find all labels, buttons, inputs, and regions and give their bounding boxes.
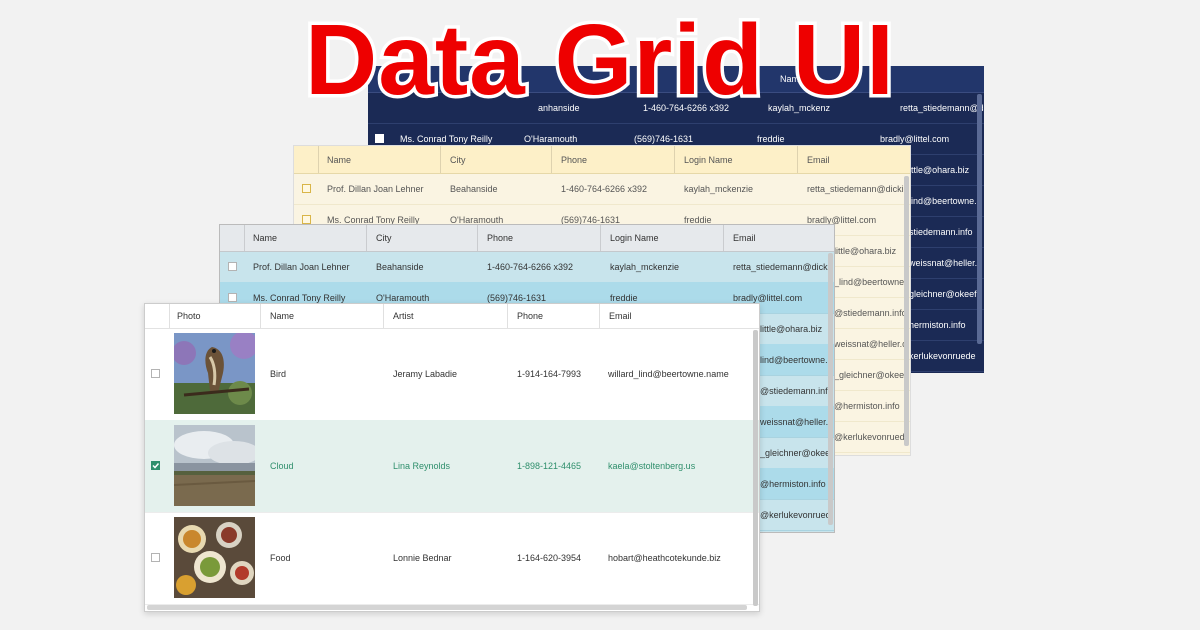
- cell-phone: 1-898-121-4465: [517, 461, 582, 471]
- cell-city: Beahanside: [376, 261, 424, 272]
- bird-photo: [174, 333, 255, 414]
- table-row-selected[interactable]: Cloud Lina Reynolds 1-898-121-4465 kaela…: [145, 420, 759, 513]
- header-email[interactable]: Email: [600, 304, 759, 328]
- header-login-name[interactable]: Login Name: [601, 225, 724, 251]
- cell-email: willard_lind@beertowne.name: [608, 369, 729, 379]
- header-name[interactable]: Name: [244, 225, 367, 251]
- cell-email: stiedemann.info: [909, 226, 973, 237]
- cell-email: weissnat@heller.c: [834, 338, 906, 349]
- cell-name: Bird: [270, 369, 287, 379]
- header-name[interactable]: Name: [318, 146, 441, 173]
- header-city[interactable]: City: [367, 225, 478, 251]
- header-login-name[interactable]: Login Name: [675, 146, 798, 173]
- header-artist[interactable]: Artist: [384, 304, 508, 328]
- cloud-photo: [174, 425, 255, 506]
- grid-header: Name City Phone Login Name Email: [294, 146, 910, 174]
- cell-phone: 1-460-764-6266 x392: [487, 261, 574, 272]
- cell-artist: Lonnie Bednar: [393, 553, 452, 563]
- cell-artist: Lina Reynolds: [393, 461, 451, 471]
- table-row[interactable]: Prof. Dillan Joan Lehner Beahanside 1-46…: [294, 173, 910, 205]
- cell-email: @stiedemann.info: [834, 307, 906, 318]
- vertical-scrollbar[interactable]: [828, 253, 833, 525]
- header-phone[interactable]: Phone: [508, 304, 600, 328]
- cell-phone: 1-460-764-6266 x392: [561, 183, 648, 194]
- cell-email: _lind@beertowne.r: [834, 276, 906, 287]
- header-select: [220, 225, 245, 251]
- row-checkbox[interactable]: [228, 293, 237, 302]
- cell-email: hermiston.info: [909, 319, 966, 330]
- grid-header: Photo Name Artist Phone Email: [145, 304, 759, 329]
- page-title: Data Grid UI: [302, 1, 898, 120]
- cell-artist: Jeramy Labadie: [393, 369, 458, 379]
- cell-login: kaylah_mckenzie: [610, 261, 680, 272]
- vertical-scrollbar[interactable]: [977, 94, 982, 344]
- cell-email: hobart@heathcotekunde.biz: [608, 553, 721, 563]
- row-checkbox[interactable]: [151, 369, 160, 378]
- food-photo: [174, 517, 255, 598]
- cell-email: ittle@ohara.biz: [909, 164, 970, 175]
- cell-email: retta_stiedemann@dicki.: [807, 183, 907, 194]
- horizontal-scrollbar[interactable]: [147, 605, 747, 610]
- header-phone[interactable]: Phone: [478, 225, 601, 251]
- row-checkbox[interactable]: [302, 184, 311, 193]
- header-select: [145, 304, 170, 328]
- row-checkbox[interactable]: [151, 553, 160, 562]
- cell-email: little@ohara.biz: [760, 323, 823, 334]
- cell-name: Prof. Dillan Joan Lehner: [253, 261, 350, 272]
- cell-phone: 1-164-620-3954: [517, 553, 582, 563]
- vertical-scrollbar[interactable]: [904, 176, 909, 446]
- header-name[interactable]: Name: [261, 304, 384, 328]
- header-select: [294, 146, 319, 173]
- cell-email: kerlukevonruede: [909, 350, 976, 361]
- table-row[interactable]: Prof. Dillan Joan Lehner Beahanside 1-46…: [220, 251, 834, 283]
- cell-email: @hermiston.info: [834, 400, 900, 411]
- vertical-scrollbar[interactable]: [753, 330, 758, 606]
- grid-header: Name City Phone Login Name Email: [220, 225, 834, 252]
- cell-email: weissnat@heller.c: [909, 257, 982, 268]
- cell-email: lind@beertowne.r: [909, 195, 980, 206]
- cell-email: @kerlukevonruede: [760, 509, 832, 520]
- row-checkbox-checked[interactable]: [151, 461, 160, 470]
- cell-city: Beahanside: [450, 183, 498, 194]
- cell-email: weissnat@heller.c: [760, 416, 832, 427]
- header-city[interactable]: City: [441, 146, 552, 173]
- cell-email: kaela@stoltenberg.us: [608, 461, 696, 471]
- cell-email: @kerlukevonruede: [834, 431, 906, 442]
- cell-email: gleichner@okeef: [909, 288, 977, 299]
- cell-email: little@ohara.biz: [834, 245, 897, 256]
- cell-name: Food: [270, 553, 291, 563]
- row-checkbox[interactable]: [375, 134, 384, 143]
- cell-email: _gleichner@okeef: [760, 447, 832, 458]
- check-icon: [152, 463, 160, 469]
- cell-email: @stiedemann.info: [760, 385, 832, 396]
- cell-name: Cloud: [270, 461, 294, 471]
- table-row[interactable]: Bird Jeramy Labadie 1-914-164-7993 willa…: [145, 328, 759, 421]
- header-email[interactable]: Email: [798, 146, 910, 173]
- cell-email: @hermiston.info: [760, 478, 826, 489]
- header-email[interactable]: Email: [724, 225, 834, 251]
- cell-phone: 1-914-164-7993: [517, 369, 582, 379]
- cell-email: _gleichner@okeef: [834, 369, 906, 380]
- row-checkbox[interactable]: [302, 215, 311, 224]
- row-checkbox[interactable]: [228, 262, 237, 271]
- header-phone[interactable]: Phone: [552, 146, 675, 173]
- cell-login: kaylah_mckenzie: [684, 183, 754, 194]
- table-row[interactable]: Food Lonnie Bednar 1-164-620-3954 hobart…: [145, 512, 759, 605]
- cell-name: Prof. Dillan Joan Lehner: [327, 183, 424, 194]
- photo-data-grid: Photo Name Artist Phone Email Bird Jeram…: [144, 303, 760, 612]
- cell-email: retta_stiedemann@dicki.: [733, 261, 833, 272]
- header-photo[interactable]: Photo: [169, 304, 261, 328]
- cell-email: lind@beertowne.r: [760, 354, 831, 365]
